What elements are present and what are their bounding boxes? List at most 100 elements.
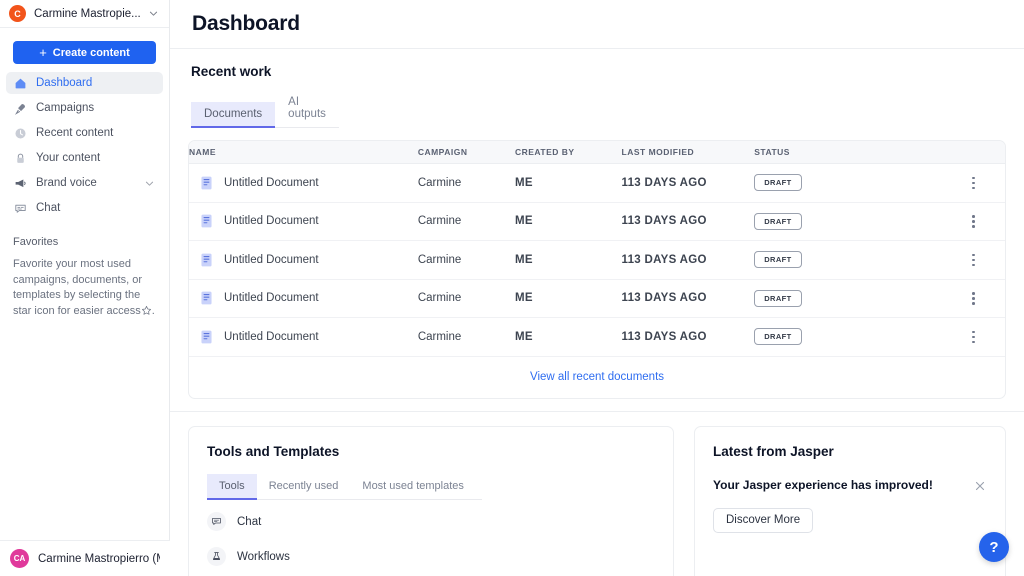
- cell-actions: [942, 164, 1005, 203]
- discover-more-button[interactable]: Discover More: [713, 508, 813, 533]
- document-name: Untitled Document: [224, 254, 319, 266]
- column-header-name: NAME: [189, 141, 418, 164]
- tab-tools[interactable]: Tools: [207, 474, 257, 500]
- table-body: Untitled Document Carmine ME 113 DAYS AG…: [189, 164, 1005, 357]
- tool-item-chat[interactable]: Chat: [207, 509, 655, 535]
- table-row[interactable]: Untitled Document Carmine ME 113 DAYS AG…: [189, 279, 1005, 318]
- cell-status: DRAFT: [754, 318, 942, 357]
- tool-item-workflows[interactable]: Workflows: [207, 544, 655, 570]
- sidebar-item-recent-content[interactable]: Recent content: [6, 122, 163, 144]
- tab-most-used-templates[interactable]: Most used templates: [350, 474, 476, 500]
- table-header-row: NAME CAMPAIGN CREATED BY LAST MODIFIED S…: [189, 141, 1005, 164]
- tool-item-label: Workflows: [237, 551, 290, 563]
- tool-item-label: Chat: [237, 516, 261, 528]
- table-row[interactable]: Untitled Document Carmine ME 113 DAYS AG…: [189, 202, 1005, 241]
- close-icon[interactable]: [973, 479, 987, 493]
- cell-status: DRAFT: [754, 164, 942, 203]
- cell-last-modified: 113 DAYS AGO: [622, 164, 755, 203]
- jasper-announcement-text: Your Jasper experience has improved!: [713, 478, 933, 492]
- document-icon: [201, 253, 212, 267]
- cell-status: DRAFT: [754, 279, 942, 318]
- table-row[interactable]: Untitled Document Carmine ME 113 DAYS AG…: [189, 164, 1005, 203]
- lock-icon: [14, 152, 27, 165]
- sidebar-item-chat[interactable]: Chat: [6, 197, 163, 219]
- home-icon: [14, 77, 27, 90]
- table-row[interactable]: Untitled Document Carmine ME 113 DAYS AG…: [189, 318, 1005, 357]
- document-icon: [201, 291, 212, 305]
- document-name: Untitled Document: [224, 177, 319, 189]
- bottom-section: Tools and Templates Tools Recently used …: [188, 412, 1006, 576]
- favorites-title: Favorites: [13, 236, 156, 248]
- question-mark-icon: ?: [989, 539, 998, 556]
- tools-tabs: Tools Recently used Most used templates: [207, 473, 482, 500]
- cell-created-by: ME: [515, 202, 622, 241]
- user-name: Carmine Mastropierro (M...: [38, 553, 160, 565]
- chevron-down-icon[interactable]: [144, 178, 155, 189]
- cell-actions: [942, 202, 1005, 241]
- clock-icon: [14, 127, 27, 140]
- plus-icon: +: [39, 46, 47, 59]
- cell-campaign: Carmine: [418, 241, 515, 280]
- tab-recently-used[interactable]: Recently used: [257, 474, 351, 500]
- cell-campaign: Carmine: [418, 279, 515, 318]
- column-header-last-modified: LAST MODIFIED: [622, 141, 755, 164]
- view-all-recent-documents-link[interactable]: View all recent documents: [530, 371, 664, 383]
- sidebar-item-brand-voice[interactable]: Brand voice: [6, 172, 163, 194]
- recent-work-tabs: Documents AI outputs: [191, 89, 339, 128]
- status-badge: DRAFT: [754, 290, 801, 307]
- cell-status: DRAFT: [754, 241, 942, 280]
- cell-name: Untitled Document: [189, 279, 418, 318]
- help-button[interactable]: ?: [979, 532, 1009, 562]
- tab-ai-outputs[interactable]: AI outputs: [275, 90, 339, 128]
- sidebar-item-your-content[interactable]: Your content: [6, 147, 163, 169]
- cell-created-by: ME: [515, 241, 622, 280]
- tab-documents[interactable]: Documents: [191, 102, 275, 128]
- cell-campaign: Carmine: [418, 202, 515, 241]
- status-badge: DRAFT: [754, 174, 801, 191]
- column-header-actions: [942, 141, 1005, 164]
- sidebar-item-dashboard[interactable]: Dashboard: [6, 72, 163, 94]
- sidebar-item-label: Chat: [36, 202, 155, 214]
- cell-created-by: ME: [515, 164, 622, 203]
- cell-last-modified: 113 DAYS AGO: [622, 241, 755, 280]
- recent-work-title: Recent work: [188, 49, 1006, 89]
- cell-campaign: Carmine: [418, 164, 515, 203]
- main-content: Dashboard Recent work Documents AI outpu…: [170, 0, 1024, 576]
- jasper-announcement-row: Your Jasper experience has improved!: [713, 478, 987, 493]
- kebab-menu-icon[interactable]: [963, 172, 985, 194]
- cell-actions: [942, 318, 1005, 357]
- create-content-button[interactable]: + Create content: [13, 41, 156, 64]
- workspace-switcher[interactable]: C Carmine Mastropie...: [0, 0, 169, 28]
- cell-name: Untitled Document: [189, 241, 418, 280]
- cell-name: Untitled Document: [189, 164, 418, 203]
- workflow-flask-icon: [207, 547, 226, 566]
- cell-status: DRAFT: [754, 202, 942, 241]
- cell-name: Untitled Document: [189, 318, 418, 357]
- chat-icon: [14, 202, 27, 215]
- page-title: Dashboard: [192, 12, 300, 36]
- status-badge: DRAFT: [754, 213, 801, 230]
- documents-table: NAME CAMPAIGN CREATED BY LAST MODIFIED S…: [189, 141, 1005, 357]
- cell-actions: [942, 279, 1005, 318]
- content-area: Recent work Documents AI outputs NAME CA…: [170, 49, 1024, 576]
- megaphone-icon: [14, 177, 27, 190]
- sidebar-item-label: Dashboard: [36, 77, 155, 89]
- table-header: NAME CAMPAIGN CREATED BY LAST MODIFIED S…: [189, 141, 1005, 164]
- create-content-label: Create content: [53, 47, 130, 59]
- rocket-icon: [14, 102, 27, 115]
- cell-created-by: ME: [515, 279, 622, 318]
- create-content-wrap: + Create content: [0, 28, 169, 72]
- cell-last-modified: 113 DAYS AGO: [622, 318, 755, 357]
- kebab-menu-icon[interactable]: [963, 210, 985, 232]
- kebab-menu-icon[interactable]: [963, 326, 985, 348]
- kebab-menu-icon[interactable]: [963, 287, 985, 309]
- sidebar-user-footer[interactable]: CA Carmine Mastropierro (M...: [0, 540, 170, 576]
- favorites-description: Favorite your most used campaigns, docum…: [13, 257, 156, 321]
- kebab-menu-icon[interactable]: [963, 249, 985, 271]
- sidebar-item-label: Your content: [36, 152, 155, 164]
- sidebar-item-campaigns[interactable]: Campaigns: [6, 97, 163, 119]
- star-outline-icon: [141, 305, 152, 322]
- table-row[interactable]: Untitled Document Carmine ME 113 DAYS AG…: [189, 241, 1005, 280]
- status-badge: DRAFT: [754, 328, 801, 345]
- cell-last-modified: 113 DAYS AGO: [622, 202, 755, 241]
